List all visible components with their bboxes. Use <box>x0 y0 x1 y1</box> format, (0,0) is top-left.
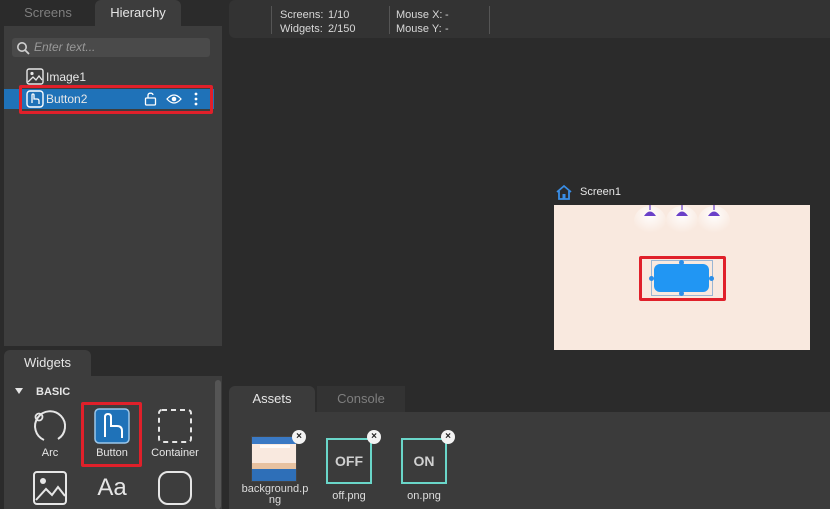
on-thumbnail-text: ON <box>413 453 435 469</box>
widget-label: Container <box>151 447 199 459</box>
search-icon <box>17 42 30 55</box>
home-icon <box>556 184 572 200</box>
tree-item-label: Image1 <box>46 70 87 84</box>
tab-widgets[interactable]: Widgets <box>4 350 91 376</box>
assets-panel: Assets Console × background.p ng OFF × o… <box>229 386 830 509</box>
mouse-y-label: Mouse Y: <box>396 23 442 35</box>
divider <box>389 6 390 34</box>
hierarchy-tabbar: Screens Hierarchy <box>4 0 222 26</box>
asset-on-png[interactable]: ON <box>401 438 447 484</box>
widget-image[interactable] <box>24 470 76 509</box>
mouse-x-label: Mouse X: <box>396 9 443 21</box>
widget-category-basic[interactable]: BASIC <box>36 386 70 398</box>
widget-rounded-panel[interactable] <box>149 470 201 509</box>
widgets-count-label: Widgets: <box>280 23 323 35</box>
asset-name-background: background.p ng <box>241 483 309 506</box>
assets-tabbar: Assets Console <box>229 386 830 412</box>
divider <box>271 6 272 34</box>
tab-screens[interactable]: Screens <box>4 0 92 26</box>
container-icon <box>158 409 192 443</box>
highlight-box-button-widget-tile <box>81 402 142 467</box>
widget-label-text[interactable]: Aa <box>86 470 138 506</box>
off-thumbnail-text: OFF <box>335 453 363 469</box>
rounded-panel-icon <box>158 471 192 505</box>
remove-asset-button[interactable]: × <box>292 430 306 444</box>
image-icon <box>26 68 44 85</box>
remove-asset-button[interactable]: × <box>367 430 381 444</box>
widgets-tabbar: Widgets <box>4 350 222 376</box>
screen-name-label: Screen1 <box>580 186 621 198</box>
tab-console[interactable]: Console <box>317 386 405 412</box>
arc-icon <box>34 410 67 441</box>
widgets-scrollbar[interactable] <box>215 380 221 509</box>
ceiling-lamps-image[interactable] <box>632 205 732 245</box>
asset-background-png[interactable] <box>251 436 297 482</box>
label-icon: Aa <box>97 474 127 501</box>
asset-name-on: on.png <box>407 490 441 502</box>
asset-name-off: off.png <box>332 490 366 502</box>
screens-count-value: 1/10 <box>328 9 350 21</box>
image-icon <box>33 471 67 505</box>
widgets-count-value: 2/150 <box>328 23 356 35</box>
divider <box>489 6 490 34</box>
mouse-x-value: - <box>445 9 449 21</box>
remove-asset-button[interactable]: × <box>441 430 455 444</box>
highlight-box-button-widget <box>639 256 726 301</box>
widget-arc[interactable]: Arc <box>24 408 76 459</box>
tree-item-image1[interactable]: Image1 <box>4 67 214 87</box>
screens-count-label: Screens: <box>280 9 324 21</box>
asset-off-png[interactable]: OFF <box>326 438 372 484</box>
collapse-triangle-icon[interactable] <box>15 388 23 395</box>
hierarchy-search-input[interactable]: Enter text... <box>12 38 210 57</box>
mouse-y-value: - <box>445 23 449 35</box>
highlight-box-button2-row <box>19 85 213 114</box>
background-thumbnail <box>252 437 296 481</box>
tab-hierarchy[interactable]: Hierarchy <box>95 0 181 26</box>
widget-container[interactable]: Container <box>149 408 201 459</box>
widget-label: Arc <box>41 447 59 459</box>
tab-assets[interactable]: Assets <box>229 386 315 412</box>
search-placeholder: Enter text... <box>34 40 96 54</box>
canvas-status-bar: Screens: 1/10 Widgets: 2/150 Mouse X: - … <box>229 0 830 38</box>
